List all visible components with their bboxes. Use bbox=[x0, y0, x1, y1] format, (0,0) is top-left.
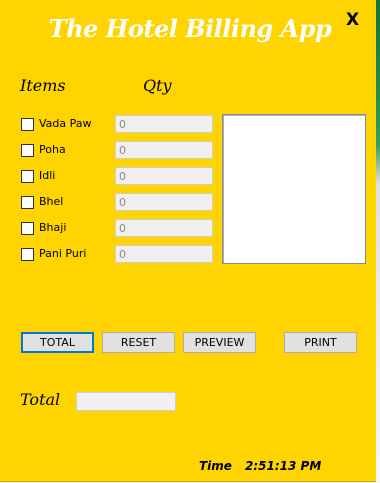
reset-button[interactable]: RESET bbox=[102, 332, 175, 353]
pani-puri-checkbox[interactable] bbox=[21, 248, 34, 261]
item-row-bhel: Bhel 0 bbox=[21, 193, 221, 213]
vada-paw-checkbox[interactable] bbox=[21, 118, 34, 131]
qty-header: Qty bbox=[143, 76, 172, 95]
time-label: Time bbox=[199, 459, 232, 473]
background-edge bbox=[376, 0, 380, 483]
item-row-poha: Poha 0 bbox=[21, 141, 221, 161]
item-row-pani-puri: Pani Puri 0 bbox=[21, 245, 221, 265]
poha-label[interactable]: Poha bbox=[39, 143, 66, 156]
items-header: Items bbox=[20, 76, 66, 95]
item-row-idli: Idli 0 bbox=[21, 167, 221, 187]
bhel-label[interactable]: Bhel bbox=[39, 195, 63, 208]
time-value: 2:51:13 PM bbox=[245, 459, 322, 473]
print-button[interactable]: PRINT bbox=[284, 332, 357, 353]
pani-puri-label[interactable]: Pani Puri bbox=[39, 247, 86, 260]
preview-button[interactable]: PREVIEW bbox=[183, 332, 256, 353]
idli-label[interactable]: Idli bbox=[39, 169, 55, 182]
bhaji-checkbox[interactable] bbox=[21, 222, 34, 235]
poha-checkbox[interactable] bbox=[21, 144, 34, 157]
item-row-vada-paw: Vada Paw 0 bbox=[21, 115, 221, 135]
pani-puri-qty-field[interactable]: 0 bbox=[115, 245, 213, 263]
billing-window: The Hotel Billing App X Items Qty Vada P… bbox=[0, 0, 377, 482]
idli-qty-field[interactable]: 0 bbox=[115, 167, 213, 185]
bill-preview-textarea[interactable] bbox=[222, 114, 366, 264]
vada-paw-qty-field[interactable]: 0 bbox=[115, 115, 213, 133]
item-row-bhaji: Bhaji 0 bbox=[21, 219, 221, 239]
poha-qty-field[interactable]: 0 bbox=[115, 141, 213, 159]
close-icon[interactable]: X bbox=[346, 10, 359, 30]
idli-checkbox[interactable] bbox=[21, 170, 34, 183]
vada-paw-label[interactable]: Vada Paw bbox=[39, 117, 92, 130]
total-value-field[interactable] bbox=[76, 392, 176, 411]
bhaji-qty-field[interactable]: 0 bbox=[115, 219, 213, 237]
bhel-checkbox[interactable] bbox=[21, 196, 34, 209]
bhaji-label[interactable]: Bhaji bbox=[39, 221, 66, 234]
app-title: The Hotel Billing App bbox=[48, 14, 332, 43]
bhel-qty-field[interactable]: 0 bbox=[115, 193, 213, 211]
total-button[interactable]: TOTAL bbox=[21, 332, 94, 353]
total-label: Total bbox=[20, 390, 61, 409]
